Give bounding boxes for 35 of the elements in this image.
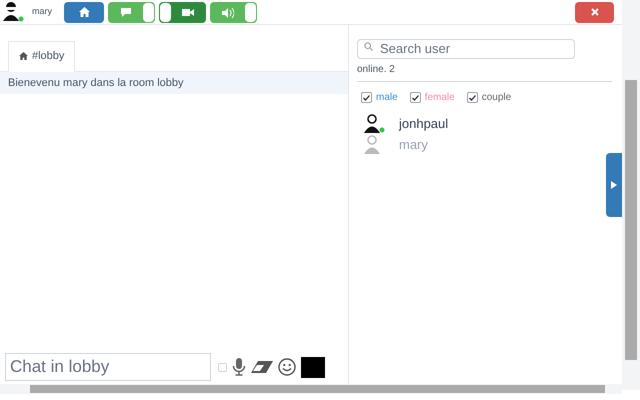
online-count: online. 2 xyxy=(357,62,612,82)
chat-toggle[interactable] xyxy=(108,2,155,22)
chat-input[interactable]: Chat in lobby xyxy=(5,353,211,381)
smiley-icon[interactable] xyxy=(278,358,296,376)
chat-message: Bienevenu mary dans la room lobby xyxy=(0,72,348,94)
home-icon xyxy=(78,7,90,17)
home-button[interactable] xyxy=(64,2,104,22)
lobby-tab[interactable]: #lobby xyxy=(8,41,76,72)
filter-label: couple xyxy=(482,91,512,105)
color-swatch[interactable] xyxy=(301,356,325,378)
username: mary xyxy=(32,5,52,18)
user-name[interactable]: jonhpaul xyxy=(399,114,448,134)
video-toggle[interactable] xyxy=(159,2,206,22)
chat-icon xyxy=(120,6,132,18)
vertical-scrollbar[interactable] xyxy=(622,0,640,390)
avatar-icon xyxy=(2,1,24,23)
sound-toggle[interactable] xyxy=(210,2,257,22)
expand-panel-button[interactable] xyxy=(606,153,622,217)
close-button[interactable] xyxy=(575,2,614,22)
close-icon xyxy=(590,8,598,16)
speaker-icon xyxy=(222,6,234,18)
filter-label: female xyxy=(424,91,455,105)
filter-checkbox[interactable] xyxy=(361,92,372,103)
checkbox[interactable] xyxy=(218,362,227,372)
eraser-icon[interactable] xyxy=(251,361,273,373)
search-icon xyxy=(364,42,373,51)
play-icon xyxy=(611,181,617,189)
filter-label: male xyxy=(376,91,398,105)
home-icon xyxy=(19,52,28,60)
microphone-icon[interactable] xyxy=(232,358,246,376)
search-field[interactable]: Search user xyxy=(357,38,575,58)
video-camera-icon xyxy=(182,6,194,18)
filter-checkbox[interactable] xyxy=(466,92,478,103)
filter-checkbox[interactable] xyxy=(410,92,421,103)
horizontal-scrollbar[interactable] xyxy=(0,384,622,394)
